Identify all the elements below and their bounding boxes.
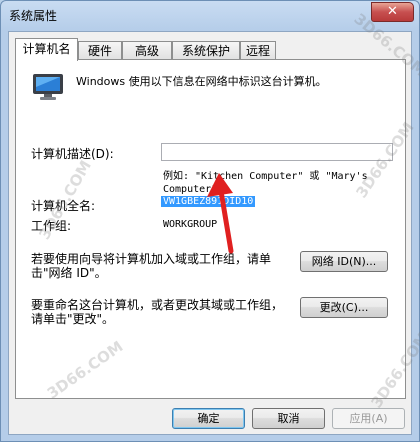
close-button[interactable]: ✕ xyxy=(371,2,414,22)
tab-computer-name[interactable]: 计算机名 xyxy=(15,38,78,61)
computer-name-panel: Windows 使用以下信息在网络中标识这台计算机。 计算机描述(D): 例如:… xyxy=(15,59,406,399)
system-properties-window: 系统属性 ✕ 计算机名 硬件 高级 系统保护 远程 Windows 使用以下信息… xyxy=(0,0,420,442)
tab-hardware[interactable]: 硬件 xyxy=(78,41,122,60)
workgroup-value: WORKGROUP xyxy=(163,219,218,230)
apply-button[interactable]: 应用(A) xyxy=(332,408,405,429)
tab-remote[interactable]: 远程 xyxy=(240,41,276,60)
ok-button[interactable]: 确定 xyxy=(172,408,245,429)
change-button[interactable]: 更改(C)... xyxy=(300,297,388,318)
full-name-value[interactable]: VW1GBEZ891DID10 xyxy=(161,196,256,207)
tab-system-protection[interactable]: 系统保护 xyxy=(172,41,240,60)
tab-advanced[interactable]: 高级 xyxy=(122,41,172,60)
full-name-label: 计算机全名: xyxy=(31,199,96,213)
wizard-text-line2: 击"网络 ID"。 xyxy=(31,266,107,280)
example-text-line2: Computer"。 xyxy=(163,184,228,195)
window-title: 系统属性 xyxy=(9,9,58,23)
workgroup-label: 工作组: xyxy=(31,219,72,233)
cancel-button[interactable]: 取消 xyxy=(252,408,325,429)
network-id-button[interactable]: 网络 ID(N)... xyxy=(300,251,388,272)
description-input[interactable] xyxy=(161,143,393,161)
intro-text: Windows 使用以下信息在网络中标识这台计算机。 xyxy=(76,75,327,88)
computer-monitor-icon xyxy=(33,74,63,100)
description-label: 计算机描述(D): xyxy=(31,147,114,161)
rename-text-line2: 请单击"更改"。 xyxy=(31,312,115,326)
dialog-client-area: 计算机名 硬件 高级 系统保护 远程 Windows 使用以下信息在网络中标识这… xyxy=(8,31,412,435)
